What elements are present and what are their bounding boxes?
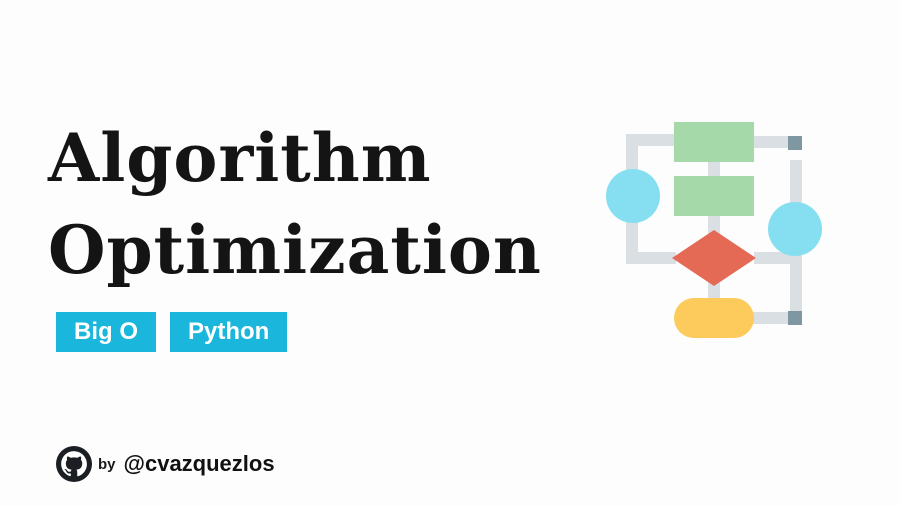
page-title: Algorithm Optimization (48, 112, 542, 296)
process-box-middle (674, 176, 754, 216)
end-terminal (674, 298, 754, 338)
by-label: by (98, 455, 116, 473)
tag-list: Big O Python (56, 312, 288, 352)
decision-diamond (672, 230, 756, 286)
process-box-top (674, 122, 754, 162)
tag-python: Python (170, 312, 288, 352)
title-line-1: Algorithm (48, 119, 432, 197)
author-handle[interactable]: @cvazquezlos (124, 451, 275, 477)
author-credit: by @cvazquezlos (56, 446, 275, 482)
github-icon[interactable] (56, 446, 92, 482)
tag-big-o: Big O (56, 312, 156, 352)
connector-bottom (788, 311, 802, 325)
title-line-2: Optimization (48, 211, 542, 289)
right-circle (768, 202, 822, 256)
connector-top (788, 136, 802, 150)
flowchart-icon (606, 122, 822, 338)
start-circle (606, 169, 660, 223)
